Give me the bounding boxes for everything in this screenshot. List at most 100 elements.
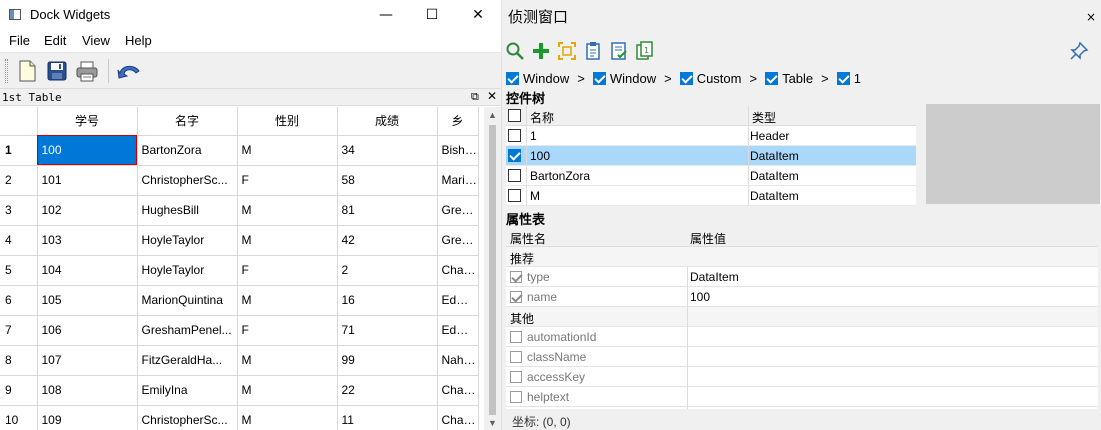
table-cell[interactable]: MarionQuintina bbox=[137, 285, 238, 316]
table-cell[interactable]: Chauce bbox=[437, 255, 479, 286]
table-cell[interactable]: M bbox=[237, 285, 338, 316]
table-row[interactable]: 3 102 HughesBill M 81 Gresha bbox=[0, 195, 479, 226]
table-row[interactable]: 5104HoyleTaylorF2Chauce bbox=[0, 255, 479, 286]
table-row[interactable]: 9108EmilyInaM22Chauce bbox=[0, 375, 479, 406]
table-cell[interactable]: 58 bbox=[337, 165, 438, 196]
scroll-up-arrow-icon[interactable]: ▲ bbox=[488, 110, 497, 120]
table-cell[interactable]: 99 bbox=[337, 345, 438, 376]
table-row[interactable]: 2 101 ChristopherSc... F 58 Marion bbox=[0, 165, 479, 196]
property-checkbox[interactable] bbox=[510, 291, 522, 303]
breadcrumb-checkbox[interactable] bbox=[506, 71, 519, 85]
table-cell[interactable]: HughesBill bbox=[137, 195, 238, 226]
table-cell[interactable]: F bbox=[237, 255, 338, 286]
add-icon[interactable] bbox=[530, 40, 552, 62]
table-cell[interactable]: HoyleTaylor bbox=[137, 225, 238, 256]
tree-row[interactable]: M DataItem bbox=[506, 186, 916, 206]
table-cell[interactable]: 107 bbox=[37, 345, 138, 376]
table-cell[interactable]: M bbox=[237, 375, 338, 406]
pin-icon[interactable] bbox=[1068, 40, 1090, 62]
table-row[interactable]: 1 100 BartonZora M 34 Bishop bbox=[0, 135, 479, 166]
tree-row-checkbox[interactable] bbox=[508, 149, 521, 162]
scroll-down-arrow-icon[interactable]: ▼ bbox=[488, 418, 497, 428]
table-cell[interactable]: EmilyIna bbox=[137, 375, 238, 406]
students-table[interactable]: 学号 名字 性别 成绩 乡 1 100 BartonZora M 34 Bishop 2 10… bbox=[0, 107, 484, 430]
table-cell[interactable]: 11 bbox=[337, 405, 438, 430]
table-row[interactable]: 4 103 HoyleTaylor M 42 Gresha bbox=[0, 225, 479, 256]
table-cell[interactable]: 22 bbox=[337, 375, 438, 406]
table-row[interactable]: 7 106 GreshamPenel... F 71 Edmun bbox=[0, 315, 479, 346]
property-row[interactable]: automationId bbox=[506, 327, 1098, 347]
table-cell[interactable]: ChristopherSc... bbox=[137, 165, 238, 196]
table-cell[interactable]: ChristopherSc... bbox=[137, 405, 238, 430]
props-group-recommended[interactable]: 推荐 bbox=[506, 247, 1098, 267]
table-cell[interactable]: Chauce bbox=[437, 405, 479, 430]
table-cell[interactable]: Marion bbox=[437, 165, 479, 196]
menu-file[interactable]: File bbox=[9, 33, 30, 48]
tree-row[interactable]: 100 DataItem bbox=[506, 146, 916, 166]
maximize-button[interactable]: ☐ bbox=[409, 0, 455, 30]
row-header-cell[interactable]: 9 bbox=[0, 375, 38, 406]
row-header-cell[interactable]: 7 bbox=[0, 315, 38, 346]
property-table[interactable]: 属性名 属性值 推荐 type DataItem name 100 其他 automa… bbox=[506, 227, 1098, 409]
title-bar[interactable]: Dock Widgets — ☐ ✕ bbox=[0, 0, 501, 30]
table-cell[interactable]: 108 bbox=[37, 375, 138, 406]
menu-help[interactable]: Help bbox=[125, 33, 152, 48]
breadcrumb-item-custom[interactable]: Custom bbox=[679, 71, 741, 86]
tree-col-type[interactable]: 类型 bbox=[752, 109, 776, 126]
table-cell[interactable]: HoyleTaylor bbox=[137, 255, 238, 286]
table-cell[interactable]: 109 bbox=[37, 405, 138, 430]
toolbar-grip[interactable] bbox=[5, 59, 8, 83]
table-cell[interactable]: 42 bbox=[337, 225, 438, 256]
table-cell[interactable]: M bbox=[237, 345, 338, 376]
column-header[interactable]: 名字 bbox=[137, 107, 238, 136]
table-cell[interactable]: Edmun bbox=[437, 315, 479, 346]
scroll-thumb[interactable] bbox=[489, 125, 496, 415]
row-header-cell[interactable]: 10 bbox=[0, 405, 38, 430]
property-row[interactable]: type DataItem bbox=[506, 267, 1098, 287]
table-cell[interactable]: Edmun bbox=[437, 285, 479, 316]
table-cell[interactable]: 100 bbox=[37, 135, 138, 166]
table-vertical-scrollbar[interactable]: ▲ ▼ bbox=[484, 107, 501, 430]
table-cell[interactable]: 71 bbox=[337, 315, 438, 346]
column-header[interactable]: 学号 bbox=[37, 107, 138, 136]
save-icon[interactable] bbox=[43, 57, 71, 85]
table-cell[interactable]: 81 bbox=[337, 195, 438, 226]
table-cell[interactable]: 103 bbox=[37, 225, 138, 256]
table-cell[interactable]: Chauce bbox=[437, 375, 479, 406]
table-cell[interactable]: M bbox=[237, 195, 338, 226]
breadcrumb-checkbox[interactable] bbox=[592, 71, 606, 85]
tree-row[interactable]: 1 Header bbox=[506, 126, 916, 146]
property-row[interactable]: helptext bbox=[506, 387, 1098, 407]
corner-cell[interactable] bbox=[0, 107, 38, 136]
table-cell[interactable]: Gresha bbox=[437, 195, 479, 226]
breadcrumb-item-table[interactable]: Table bbox=[765, 71, 813, 86]
table-cell[interactable]: Gresha bbox=[437, 225, 479, 256]
table-cell[interactable]: 106 bbox=[37, 315, 138, 346]
breadcrumb-checkbox[interactable] bbox=[679, 71, 693, 85]
clipboard-icon[interactable] bbox=[582, 40, 604, 62]
breadcrumb-checkbox[interactable] bbox=[836, 71, 850, 85]
column-header[interactable]: 性别 bbox=[237, 107, 338, 136]
menu-edit[interactable]: Edit bbox=[44, 33, 66, 48]
table-row[interactable]: 6 105 MarionQuintina M 16 Edmun bbox=[0, 285, 479, 316]
table-cell[interactable]: M bbox=[237, 405, 338, 430]
copy-icon[interactable]: 1 bbox=[634, 40, 656, 62]
table-cell[interactable]: BartonZora bbox=[137, 135, 238, 166]
table-cell[interactable]: 102 bbox=[37, 195, 138, 226]
property-checkbox[interactable] bbox=[510, 331, 522, 343]
table-row[interactable]: 8 107 FitzGeraldHa... M 99 Nahum bbox=[0, 345, 479, 376]
property-checkbox[interactable] bbox=[510, 391, 522, 403]
column-header[interactable]: 成绩 bbox=[337, 107, 438, 136]
table-cell[interactable]: 105 bbox=[37, 285, 138, 316]
breadcrumb-item-1[interactable]: 1 bbox=[836, 71, 861, 86]
tree-col-name[interactable]: 名称 bbox=[530, 109, 554, 126]
table-cell[interactable]: 34 bbox=[337, 135, 438, 166]
tree-select-all-checkbox[interactable] bbox=[508, 109, 521, 122]
breadcrumb-checkbox[interactable] bbox=[765, 71, 779, 85]
tree-row-checkbox[interactable] bbox=[508, 169, 521, 182]
table-cell[interactable]: 16 bbox=[337, 285, 438, 316]
table-cell[interactable]: FitzGeraldHa... bbox=[137, 345, 238, 376]
column-header[interactable]: 乡 bbox=[437, 107, 479, 136]
tree-row-checkbox[interactable] bbox=[508, 189, 521, 202]
property-checkbox[interactable] bbox=[510, 371, 522, 383]
